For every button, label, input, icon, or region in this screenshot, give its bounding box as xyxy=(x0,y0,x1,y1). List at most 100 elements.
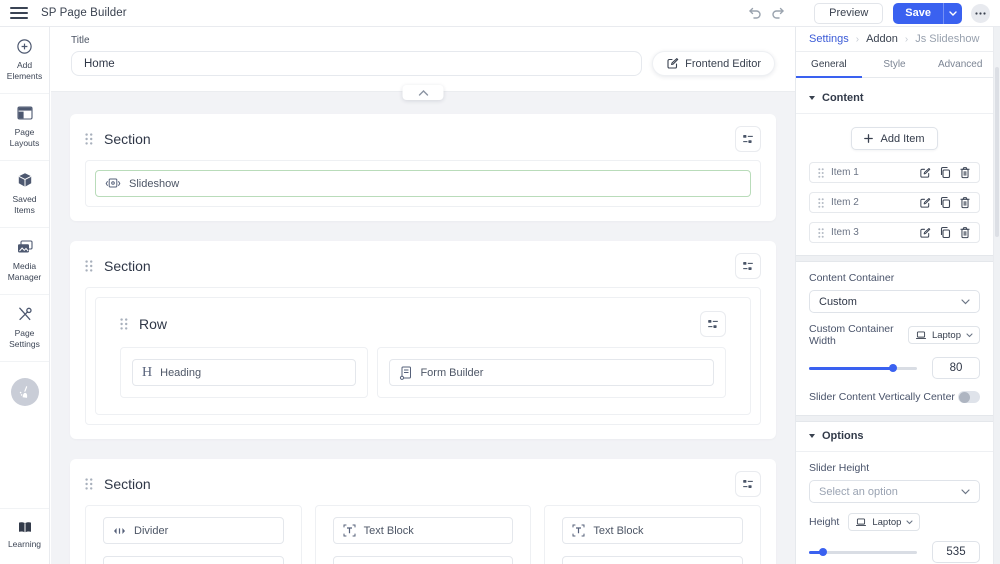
delete-icon[interactable] xyxy=(959,196,971,209)
row-settings-icon[interactable] xyxy=(700,310,726,337)
breadcrumb-addon[interactable]: Addon xyxy=(866,33,898,45)
addon-text-block[interactable]: Text Block xyxy=(332,517,514,544)
device-label: Laptop xyxy=(931,329,961,341)
addon-label: Slideshow xyxy=(129,177,180,190)
delete-icon[interactable] xyxy=(959,166,971,179)
scrollbar-thumb[interactable] xyxy=(995,67,999,237)
preview-button[interactable]: Preview xyxy=(814,2,884,24)
addon-slideshow[interactable]: Slideshow xyxy=(95,170,751,197)
drag-handle-icon[interactable] xyxy=(818,227,824,238)
slider-thumb[interactable] xyxy=(889,364,898,372)
vertical-center-toggle[interactable] xyxy=(958,391,980,403)
width-value-input[interactable] xyxy=(932,357,980,379)
item-row-1[interactable]: Item 1 xyxy=(809,162,980,183)
section-label: Section xyxy=(104,257,151,274)
slider-height-select[interactable]: Select an option xyxy=(809,480,980,503)
row[interactable]: Row H Heading Form Builder xyxy=(95,297,751,415)
delete-icon[interactable] xyxy=(959,226,971,239)
column-2[interactable]: Form Builder xyxy=(377,347,726,398)
item-row-3[interactable]: Item 3 xyxy=(809,222,980,243)
column-1[interactable]: Divider xyxy=(85,505,302,564)
save-button-label[interactable]: Save xyxy=(893,3,943,24)
panel-tabs: General Style Advanced xyxy=(796,52,993,78)
page-title-input[interactable] xyxy=(71,51,643,76)
redo-icon[interactable] xyxy=(771,7,785,20)
save-button[interactable]: Save xyxy=(893,2,962,24)
edit-icon[interactable] xyxy=(919,197,931,209)
undo-icon[interactable] xyxy=(748,7,762,20)
section-2[interactable]: Section Row H Heading Form Builder xyxy=(70,241,776,439)
drag-handle-icon[interactable] xyxy=(818,197,824,208)
breadcrumb-settings[interactable]: Settings xyxy=(809,33,849,45)
column-1[interactable]: H Heading xyxy=(120,347,369,398)
options-group-label: Options xyxy=(822,430,864,442)
height-value-input[interactable] xyxy=(932,541,980,563)
drag-handle-icon[interactable] xyxy=(85,477,93,490)
addon-divider[interactable]: Divider xyxy=(103,517,284,544)
section-settings-icon[interactable] xyxy=(735,252,761,279)
addon-heading[interactable]: H Heading xyxy=(132,359,357,386)
section-settings-icon[interactable] xyxy=(735,125,761,152)
sidebar-item-media-manager[interactable]: Media Manager xyxy=(0,228,49,296)
addon-form-builder[interactable]: Form Builder xyxy=(389,359,714,386)
sidebar-item-learning[interactable]: Learning xyxy=(0,507,49,564)
frontend-editor-button[interactable]: Frontend Editor xyxy=(652,51,775,76)
column-2[interactable]: Text Block xyxy=(314,505,532,564)
sidebar-item-page-layouts[interactable]: Page Layouts xyxy=(0,94,49,162)
drag-handle-icon[interactable] xyxy=(85,132,93,145)
options-group-header[interactable]: Options xyxy=(796,430,993,452)
content-container-select[interactable]: Custom xyxy=(809,290,980,313)
duplicate-icon[interactable] xyxy=(939,226,951,239)
sidebar-item-add-elements[interactable]: Add Elements xyxy=(0,27,49,95)
duplicate-icon[interactable] xyxy=(939,166,951,179)
device-selector[interactable]: Laptop xyxy=(848,513,921,531)
content-group-label: Content xyxy=(822,92,864,104)
plus-icon xyxy=(864,134,874,143)
content-group-header[interactable]: Content xyxy=(796,92,993,114)
menu-icon[interactable] xyxy=(10,6,28,20)
column-3[interactable]: Text Block xyxy=(544,505,762,564)
tab-style[interactable]: Style xyxy=(862,52,928,77)
addon-placeholder[interactable] xyxy=(562,556,744,564)
drag-handle-icon[interactable] xyxy=(818,167,824,178)
assistant-button[interactable] xyxy=(10,378,39,407)
more-options-icon[interactable] xyxy=(971,3,990,23)
sidebar-item-saved-items[interactable]: Saved Items xyxy=(0,161,49,229)
settings-panel: Settings › Addon › Js Slideshow General … xyxy=(795,27,1000,564)
tab-general[interactable]: General xyxy=(796,52,862,78)
panel-scrollbar[interactable] xyxy=(993,27,1000,564)
device-selector[interactable]: Laptop xyxy=(907,326,980,344)
height-slider[interactable] xyxy=(809,548,917,556)
add-item-button[interactable]: Add Item xyxy=(851,127,938,150)
drag-handle-icon[interactable] xyxy=(85,259,93,272)
section-1[interactable]: Section Slideshow xyxy=(70,114,776,221)
addon-placeholder[interactable] xyxy=(103,556,284,564)
duplicate-icon[interactable] xyxy=(939,196,951,209)
width-slider[interactable] xyxy=(809,364,917,372)
section-settings-icon[interactable] xyxy=(735,470,761,497)
left-sidebar: Add Elements Page Layouts Saved Items Me… xyxy=(0,27,50,564)
tab-advanced[interactable]: Advanced xyxy=(927,52,993,77)
plus-circle-icon xyxy=(16,38,33,54)
editor-canvas: Title Frontend Editor Section xyxy=(51,27,795,564)
text-block-icon xyxy=(343,524,356,537)
caret-down-icon xyxy=(809,96,815,100)
sidebar-item-label: Media Manager xyxy=(7,261,42,283)
section-3[interactable]: Section Divider Text Block Text Block xyxy=(70,459,776,564)
drag-handle-icon[interactable] xyxy=(120,317,128,330)
edit-icon[interactable] xyxy=(919,167,931,179)
item-row-2[interactable]: Item 2 xyxy=(809,192,980,213)
group-separator xyxy=(796,415,993,422)
item-label: Item 3 xyxy=(831,227,859,238)
addon-text-block[interactable]: Text Block xyxy=(562,517,744,544)
breadcrumb-js-slideshow: Js Slideshow xyxy=(915,33,980,45)
chevron-down-icon xyxy=(961,298,970,305)
item-label: Item 1 xyxy=(831,167,859,178)
slider-thumb[interactable] xyxy=(819,548,828,556)
addon-label: Text Block xyxy=(363,524,414,537)
collapse-header-button[interactable] xyxy=(402,85,444,100)
sidebar-item-page-settings[interactable]: Page Settings xyxy=(0,295,49,363)
save-dropdown-chevron-icon[interactable] xyxy=(943,2,962,24)
edit-icon[interactable] xyxy=(919,227,931,239)
addon-placeholder[interactable] xyxy=(332,556,514,564)
